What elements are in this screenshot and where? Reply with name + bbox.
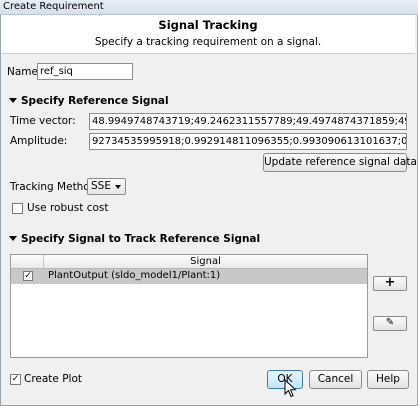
mouse-pointer-icon [284, 379, 297, 398]
robust-cost-checkbox[interactable] [12, 203, 23, 214]
page-title: Signal Tracking [158, 18, 258, 32]
time-vector-label: Time vector: [10, 115, 76, 127]
add-signal-button[interactable]: + [373, 276, 407, 291]
amplitude-label: Amplitude: [10, 135, 68, 147]
window-titlebar: Create Requirement [0, 0, 418, 15]
row-signal-name: PlantOutput (sldo_model1/Plant:1) [48, 270, 221, 281]
table-header: Signal [11, 255, 367, 269]
triangle-down-icon [9, 236, 17, 241]
cancel-button[interactable]: Cancel [309, 370, 362, 389]
plus-icon: + [384, 275, 396, 290]
signal-section-label: Specify Signal to Track Reference Signal [21, 233, 261, 245]
amplitude-input[interactable]: 92734535995918;0.992914811096355;0.99309… [89, 133, 407, 150]
pencil-icon: ✎ [385, 317, 395, 328]
update-reference-button[interactable]: Update reference signal data [263, 153, 417, 172]
row-checkbox[interactable]: ✓ [23, 271, 33, 281]
robust-cost-label: Use robust cost [27, 202, 109, 214]
window-title: Create Requirement [3, 1, 104, 12]
table-row[interactable]: ✓ PlantOutput (sldo_model1/Plant:1) [11, 269, 367, 284]
signal-section-title[interactable]: Specify Signal to Track Reference Signal [9, 233, 260, 245]
create-plot-label: Create Plot [24, 373, 83, 385]
checkmark-icon: ✓ [24, 271, 32, 281]
create-plot-checkbox[interactable]: ✓ [10, 374, 21, 385]
column-header-check [11, 255, 44, 268]
help-button[interactable]: Help [367, 370, 409, 389]
checkmark-icon: ✓ [11, 374, 20, 384]
dialog-header: Signal Tracking Specify a tracking requi… [1, 15, 415, 54]
signal-table: Signal ✓ PlantOutput (sldo_model1/Plant:… [10, 254, 368, 358]
tracking-method-value: SSE [91, 180, 111, 192]
triangle-down-icon [9, 98, 17, 103]
reference-section-label: Specify Reference Signal [21, 95, 169, 107]
edit-signal-button[interactable]: ✎ [373, 316, 407, 331]
chevron-down-icon [115, 185, 121, 189]
time-vector-input[interactable]: 48.9949748743719;49.2462311557789;49.497… [89, 113, 407, 130]
name-input[interactable]: ref_siq [37, 63, 133, 80]
tracking-method-select[interactable]: SSE [87, 178, 126, 195]
column-header-signal: Signal [190, 256, 221, 267]
page-description: Specify a tracking requirement on a sign… [94, 36, 322, 48]
reference-section-title[interactable]: Specify Reference Signal [9, 95, 169, 107]
